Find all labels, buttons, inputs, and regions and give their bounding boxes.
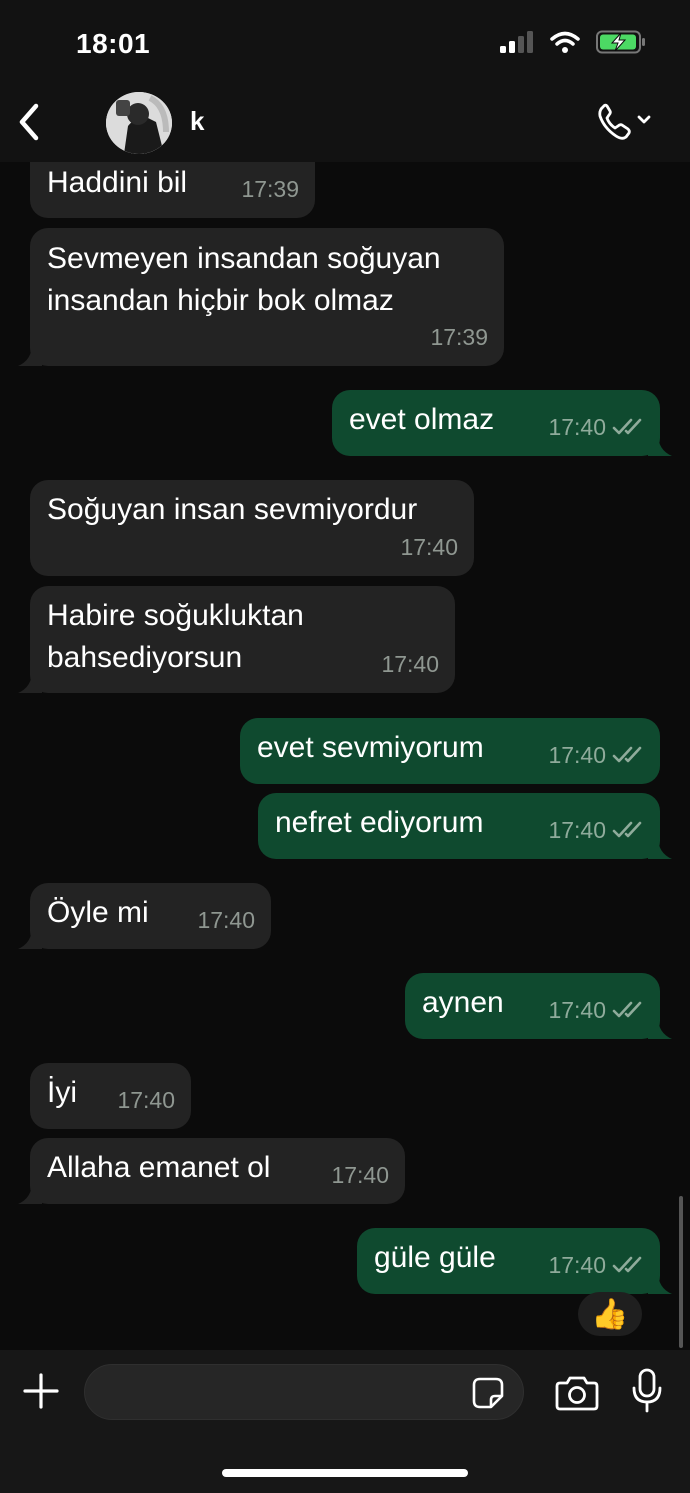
message-meta: 17:40 bbox=[548, 989, 644, 1031]
voice-call-icon[interactable] bbox=[594, 100, 658, 144]
chevron-down-icon bbox=[637, 115, 651, 124]
message-composer bbox=[0, 1350, 690, 1493]
message-meta: 17:40 bbox=[381, 643, 439, 685]
status-time: 18:01 bbox=[76, 28, 151, 59]
message-bubble-outgoing[interactable]: aynen 17:40 bbox=[405, 973, 660, 1039]
status-icons bbox=[500, 30, 646, 54]
cellular-signal-icon bbox=[500, 31, 533, 53]
message-bubble-incoming[interactable]: Sevmeyen insandan soğuyan insandan hiçbi… bbox=[30, 228, 504, 366]
message-text: Sevmeyen insandan soğuyan bbox=[47, 242, 441, 275]
message-bubble-incoming[interactable]: Allaha emanet ol 17:40 bbox=[30, 1138, 405, 1204]
message-time: 17:40 bbox=[331, 1162, 389, 1188]
double-check-read-icon bbox=[612, 1001, 642, 1018]
message-time: 17:40 bbox=[548, 414, 606, 440]
message-meta: 17:39 bbox=[241, 168, 299, 210]
thumbs-up-reaction[interactable]: 👍 bbox=[578, 1292, 642, 1336]
thumbs-up-icon: 👍 bbox=[591, 1297, 629, 1331]
message-text: evet olmaz bbox=[349, 403, 495, 436]
message-text: İyi bbox=[47, 1076, 77, 1109]
message-bubble-outgoing[interactable]: evet sevmiyorum 17:40 bbox=[240, 718, 660, 784]
message-time: 17:40 bbox=[117, 1087, 175, 1113]
message-meta: 17:40 bbox=[548, 406, 644, 448]
message-text: aynen bbox=[422, 986, 504, 1019]
message-bubble-incoming[interactable]: İyi 17:40 bbox=[30, 1063, 191, 1129]
message-meta: 17:40 bbox=[331, 1154, 389, 1196]
scrollbar[interactable] bbox=[679, 1196, 683, 1348]
camera-icon[interactable] bbox=[554, 1374, 600, 1412]
wifi-icon bbox=[550, 31, 580, 53]
message-bubble-incoming[interactable]: Habire soğukluktan bahsediyorsun 17:40 bbox=[30, 586, 455, 693]
bubble-tail bbox=[648, 1017, 672, 1039]
double-check-read-icon bbox=[612, 821, 642, 838]
plus-icon[interactable] bbox=[22, 1372, 60, 1410]
message-bubble-outgoing[interactable]: güle güle 17:40 bbox=[357, 1228, 660, 1294]
message-bubble-outgoing[interactable]: nefret ediyorum 17:40 bbox=[258, 793, 660, 859]
avatar-photo bbox=[106, 92, 172, 154]
contact-name[interactable]: k bbox=[190, 106, 204, 137]
message-time: 17:40 bbox=[400, 534, 458, 560]
microphone-icon[interactable] bbox=[630, 1368, 664, 1414]
message-time: 17:40 bbox=[548, 997, 606, 1023]
message-meta: 17:40 bbox=[548, 1244, 644, 1286]
message-meta: 17:40 bbox=[548, 809, 644, 851]
bubble-tail bbox=[18, 1182, 42, 1204]
message-text: Öyle mi bbox=[47, 896, 149, 929]
message-input[interactable] bbox=[105, 1365, 469, 1421]
status-bar: 18:01 bbox=[0, 0, 690, 92]
bubble-tail bbox=[648, 434, 672, 456]
double-check-read-icon bbox=[612, 746, 642, 763]
message-bubble-incoming[interactable]: Öyle mi 17:40 bbox=[30, 883, 271, 949]
bubble-tail bbox=[648, 837, 672, 859]
back-chevron-icon[interactable] bbox=[14, 100, 44, 144]
message-text-line2: bahsediyorsun bbox=[47, 641, 243, 674]
battery-charging-icon bbox=[596, 30, 645, 54]
bubble-tail bbox=[18, 671, 42, 693]
message-text: Soğuyan insan sevmiyordur bbox=[47, 493, 418, 526]
message-input-box[interactable] bbox=[84, 1364, 524, 1421]
message-bubble-incoming[interactable]: Soğuyan insan sevmiyordur 17:40 bbox=[30, 480, 474, 576]
message-text: nefret ediyorum bbox=[275, 806, 484, 839]
message-time: 17:40 bbox=[548, 1252, 606, 1278]
message-text: Haddini bil bbox=[47, 166, 188, 199]
message-bubble-outgoing[interactable]: evet olmaz 17:40 bbox=[332, 390, 660, 456]
message-meta: 17:40 bbox=[197, 899, 255, 941]
double-check-read-icon bbox=[612, 1256, 642, 1273]
message-meta: 17:40 bbox=[548, 734, 644, 776]
message-list[interactable]: Haddini bil 17:39 Sevmeyen insandan soğu… bbox=[0, 162, 690, 1350]
message-time: 17:40 bbox=[548, 742, 606, 768]
bubble-tail bbox=[18, 927, 42, 949]
bubble-tail bbox=[648, 1272, 672, 1294]
message-text: Allaha emanet ol bbox=[47, 1151, 271, 1184]
message-time: 17:40 bbox=[381, 651, 439, 677]
message-meta: 17:40 bbox=[117, 1079, 175, 1121]
message-time: 17:40 bbox=[548, 817, 606, 843]
home-indicator[interactable] bbox=[222, 1469, 468, 1477]
message-time: 17:39 bbox=[241, 176, 299, 202]
message-text: evet sevmiyorum bbox=[257, 731, 484, 764]
message-text: güle güle bbox=[374, 1241, 496, 1274]
chat-header: k bbox=[0, 92, 690, 162]
bubble-tail bbox=[18, 344, 42, 366]
message-meta: 17:40 bbox=[400, 526, 458, 568]
message-meta: 17:39 bbox=[430, 316, 488, 358]
message-text-line2: insandan hiçbir bok olmaz bbox=[47, 284, 394, 317]
message-bubble-incoming[interactable]: Haddini bil 17:39 bbox=[30, 162, 315, 218]
sticker-icon[interactable] bbox=[471, 1376, 505, 1410]
contact-avatar[interactable] bbox=[106, 92, 172, 154]
message-text: Habire soğukluktan bbox=[47, 599, 304, 632]
double-check-read-icon bbox=[612, 418, 642, 435]
message-time: 17:39 bbox=[430, 324, 488, 350]
message-time: 17:40 bbox=[197, 907, 255, 933]
